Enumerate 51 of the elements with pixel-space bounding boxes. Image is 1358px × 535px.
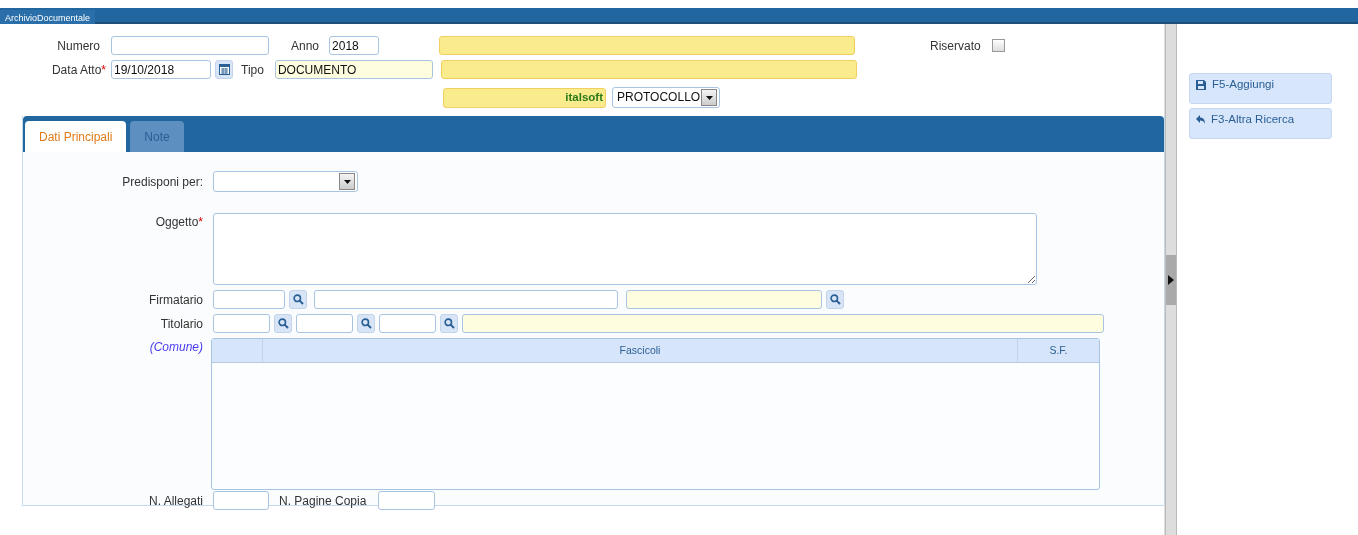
registry-select[interactable]: PROTOCOLLO xyxy=(612,87,720,108)
column-header[interactable]: Fascicoli xyxy=(262,339,1017,362)
required-mark: * xyxy=(101,62,106,77)
input-field[interactable]: 19/10/2018 xyxy=(111,60,211,79)
column-header[interactable]: S.F. xyxy=(1017,339,1099,362)
input-field[interactable] xyxy=(439,36,856,55)
input-field[interactable] xyxy=(378,491,436,510)
field-label: Tipo xyxy=(241,62,264,77)
action-button[interactable]: F5-Aggiungi xyxy=(1189,73,1332,104)
required-mark: * xyxy=(198,215,203,229)
field-label: Oggetto xyxy=(155,215,199,229)
input-field[interactable]: 2018 xyxy=(329,36,380,55)
expand-arrow-icon[interactable] xyxy=(1168,274,1174,285)
input-field[interactable] xyxy=(213,314,270,333)
input-field[interactable] xyxy=(626,290,822,309)
reply-arrow-icon xyxy=(1196,115,1205,124)
input-field[interactable] xyxy=(379,314,436,333)
calendar-button[interactable] xyxy=(215,60,233,79)
field-label: N. Allegati xyxy=(148,493,203,508)
search-button[interactable] xyxy=(357,314,375,333)
text-area[interactable] xyxy=(213,213,1037,285)
field-label: Firmatario xyxy=(149,292,203,307)
window-title: ArchivioDocumentale xyxy=(0,10,96,24)
input-field[interactable] xyxy=(296,314,353,333)
dropdown-field[interactable] xyxy=(213,171,358,192)
input-field[interactable] xyxy=(213,491,269,510)
input-field[interactable] xyxy=(213,290,285,309)
search-button[interactable] xyxy=(440,314,458,333)
brand-field: italsoft xyxy=(443,87,606,108)
checkbox[interactable] xyxy=(991,39,1005,52)
action-button[interactable]: F3-Altra Ricerca xyxy=(1189,108,1332,139)
field-label: Predisponi per: xyxy=(122,174,203,189)
field-label: N. Pagine Copia xyxy=(279,493,367,508)
search-button[interactable] xyxy=(826,290,844,309)
search-button[interactable] xyxy=(274,314,292,333)
search-button[interactable] xyxy=(289,290,307,309)
input-field[interactable] xyxy=(462,314,1104,333)
field-label: Riservato xyxy=(930,38,981,53)
link[interactable]: (Comune) xyxy=(149,340,203,354)
field-label: Titolario xyxy=(160,316,203,331)
input-field[interactable] xyxy=(314,290,618,309)
field-label: Data Atto xyxy=(51,62,102,77)
field-label: Numero xyxy=(57,38,100,53)
input-field[interactable] xyxy=(440,60,857,79)
tab[interactable]: Dati Principali xyxy=(25,121,127,152)
input-field[interactable] xyxy=(111,36,269,55)
save-icon xyxy=(1196,79,1206,90)
field-label: Anno xyxy=(291,38,320,53)
dropdown-caret-icon xyxy=(343,179,351,184)
input-field[interactable]: DOCUMENTO xyxy=(274,60,433,79)
dropdown-caret-icon xyxy=(705,95,713,100)
